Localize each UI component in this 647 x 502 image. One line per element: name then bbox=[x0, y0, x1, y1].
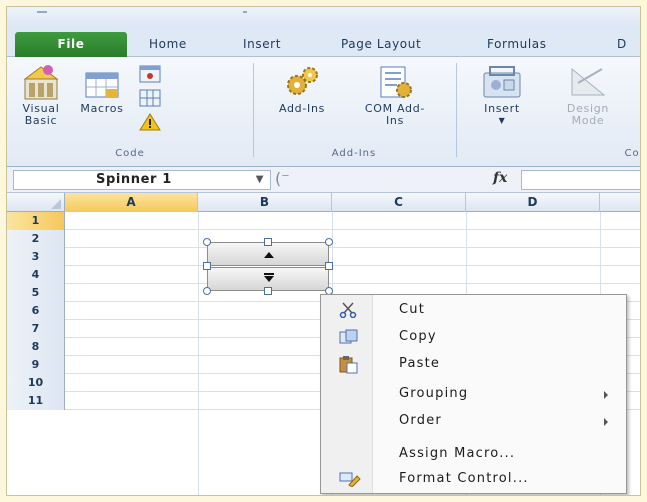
menu-item-label: Assign Macro... bbox=[399, 446, 516, 461]
row-header[interactable]: 9 bbox=[7, 356, 65, 374]
resize-handle[interactable] bbox=[325, 238, 333, 246]
resize-handle[interactable] bbox=[264, 287, 272, 295]
design-mode-button[interactable]: Design Mode bbox=[553, 63, 623, 127]
menu-item-label: Grouping bbox=[399, 386, 469, 401]
com-add-ins-icon bbox=[380, 66, 412, 98]
menu-item-label: Paste bbox=[399, 356, 441, 371]
name-box-dropdown-icon[interactable]: ▼ bbox=[256, 171, 264, 189]
macros-label: Macros bbox=[80, 102, 124, 115]
formula-bar-resize-icon[interactable]: (⁻ bbox=[275, 169, 290, 188]
submenu-arrow-icon bbox=[604, 418, 608, 426]
ribbon: Visual Basic Macros Code Add-Ins COM Add… bbox=[7, 57, 640, 167]
row-header[interactable]: 3 bbox=[7, 248, 65, 266]
submenu-arrow-icon bbox=[604, 391, 608, 399]
macros-button[interactable]: Macros bbox=[71, 63, 133, 115]
formula-input[interactable] bbox=[521, 170, 640, 190]
paste-icon bbox=[339, 356, 358, 374]
resize-handle[interactable] bbox=[203, 238, 211, 246]
macros-icon bbox=[85, 72, 119, 98]
copy-icon bbox=[339, 329, 358, 344]
spinner-control[interactable] bbox=[201, 236, 335, 296]
select-all-corner[interactable] bbox=[7, 193, 65, 212]
controls-group-label: Con bbox=[624, 148, 640, 159]
arrow-up-icon bbox=[264, 252, 274, 258]
menu-item-label: Cut bbox=[399, 302, 426, 317]
menu-item-assign-macro[interactable]: Assign Macro... bbox=[321, 441, 626, 467]
column-header-e[interactable] bbox=[600, 193, 640, 212]
record-macro-icon[interactable] bbox=[139, 65, 161, 83]
design-mode-label: Design Mode bbox=[566, 102, 610, 127]
tab-page-layout[interactable]: Page Layout bbox=[331, 34, 431, 57]
row-header[interactable]: 11 bbox=[7, 392, 65, 410]
add-ins-button[interactable]: Add-Ins bbox=[262, 63, 342, 115]
resize-handle[interactable] bbox=[203, 262, 211, 270]
addins-group: Add-Ins COM Add-Ins Add-Ins bbox=[254, 61, 454, 161]
com-add-ins-label: COM Add-Ins bbox=[364, 102, 426, 127]
title-tick bbox=[243, 11, 247, 13]
insert-control-label: Insert bbox=[484, 102, 520, 115]
add-ins-label: Add-Ins bbox=[278, 102, 326, 115]
resize-handle[interactable] bbox=[325, 262, 333, 270]
name-box-value: Spinner 1 bbox=[96, 172, 172, 187]
dropdown-arrow-icon[interactable]: ▼ bbox=[467, 115, 537, 127]
row-header[interactable]: 10 bbox=[7, 374, 65, 392]
visual-basic-label: Visual Basic bbox=[22, 102, 60, 127]
gears-icon bbox=[287, 67, 318, 95]
code-group-label: Code bbox=[115, 148, 145, 159]
column-header-a[interactable]: A bbox=[65, 193, 198, 212]
row-header[interactable]: 6 bbox=[7, 302, 65, 320]
visual-basic-button[interactable]: Visual Basic bbox=[15, 63, 67, 127]
row-header[interactable]: 4 bbox=[7, 266, 65, 284]
menu-item-grouping[interactable]: Grouping bbox=[321, 381, 626, 407]
toolbox-icon bbox=[483, 66, 521, 98]
title-tick bbox=[37, 11, 47, 13]
row-header[interactable]: 5 bbox=[7, 284, 65, 302]
tab-file[interactable]: File bbox=[15, 32, 127, 57]
macro-security-icon[interactable] bbox=[139, 113, 161, 131]
com-add-ins-button[interactable]: COM Add-Ins bbox=[352, 63, 438, 127]
column-headers: A B C D bbox=[7, 193, 640, 212]
menu-item-label: Copy bbox=[399, 329, 437, 344]
menu-item-format-control[interactable]: Format Control... bbox=[321, 466, 626, 492]
table-row: 1 bbox=[7, 212, 640, 230]
insert-control-button[interactable]: Insert ▼ bbox=[467, 63, 537, 127]
controls-group: Insert ▼ Design Mode Con bbox=[457, 61, 640, 161]
tab-formulas[interactable]: Formulas bbox=[477, 34, 557, 57]
menu-item-order[interactable]: Order bbox=[321, 408, 626, 434]
excel-window: File Home Insert Page Layout Formulas D … bbox=[6, 6, 641, 496]
resize-handle[interactable] bbox=[264, 238, 272, 246]
row-header[interactable]: 8 bbox=[7, 338, 65, 356]
relative-references-icon[interactable] bbox=[139, 89, 161, 107]
formula-bar: Spinner 1 ▼ (⁻ fx bbox=[7, 167, 640, 193]
arrow-down-icon bbox=[264, 273, 274, 282]
visual-basic-icon bbox=[23, 65, 59, 100]
format-control-icon bbox=[339, 472, 361, 487]
ribbon-tabs: File Home Insert Page Layout Formulas D bbox=[7, 29, 640, 57]
row-header[interactable]: 7 bbox=[7, 320, 65, 338]
menu-item-label: Format Control... bbox=[399, 471, 529, 486]
menu-item-copy[interactable]: Copy bbox=[321, 324, 626, 350]
design-mode-icon bbox=[571, 67, 606, 96]
column-header-d[interactable]: D bbox=[466, 193, 600, 212]
addins-group-label: Add-Ins bbox=[331, 148, 377, 159]
row-header[interactable]: 1 bbox=[7, 212, 65, 230]
menu-item-label: Order bbox=[399, 413, 442, 428]
row-header[interactable]: 2 bbox=[7, 230, 65, 248]
resize-handle[interactable] bbox=[203, 287, 211, 295]
menu-item-cut[interactable]: Cut bbox=[321, 297, 626, 323]
tab-data[interactable]: D bbox=[607, 34, 637, 57]
column-header-c[interactable]: C bbox=[332, 193, 466, 212]
menu-item-paste[interactable]: Paste bbox=[321, 351, 626, 377]
tab-home[interactable]: Home bbox=[139, 34, 197, 57]
scissors-icon bbox=[339, 302, 357, 318]
title-strip bbox=[7, 7, 640, 29]
name-box[interactable]: Spinner 1 ▼ bbox=[13, 170, 271, 190]
code-group: Visual Basic Macros Code bbox=[7, 61, 253, 161]
insert-function-button[interactable]: fx bbox=[493, 170, 507, 186]
context-menu: Cut Copy Paste Grouping Order Assign Mac… bbox=[320, 294, 627, 494]
tab-insert[interactable]: Insert bbox=[233, 34, 291, 57]
column-header-b[interactable]: B bbox=[198, 193, 332, 212]
